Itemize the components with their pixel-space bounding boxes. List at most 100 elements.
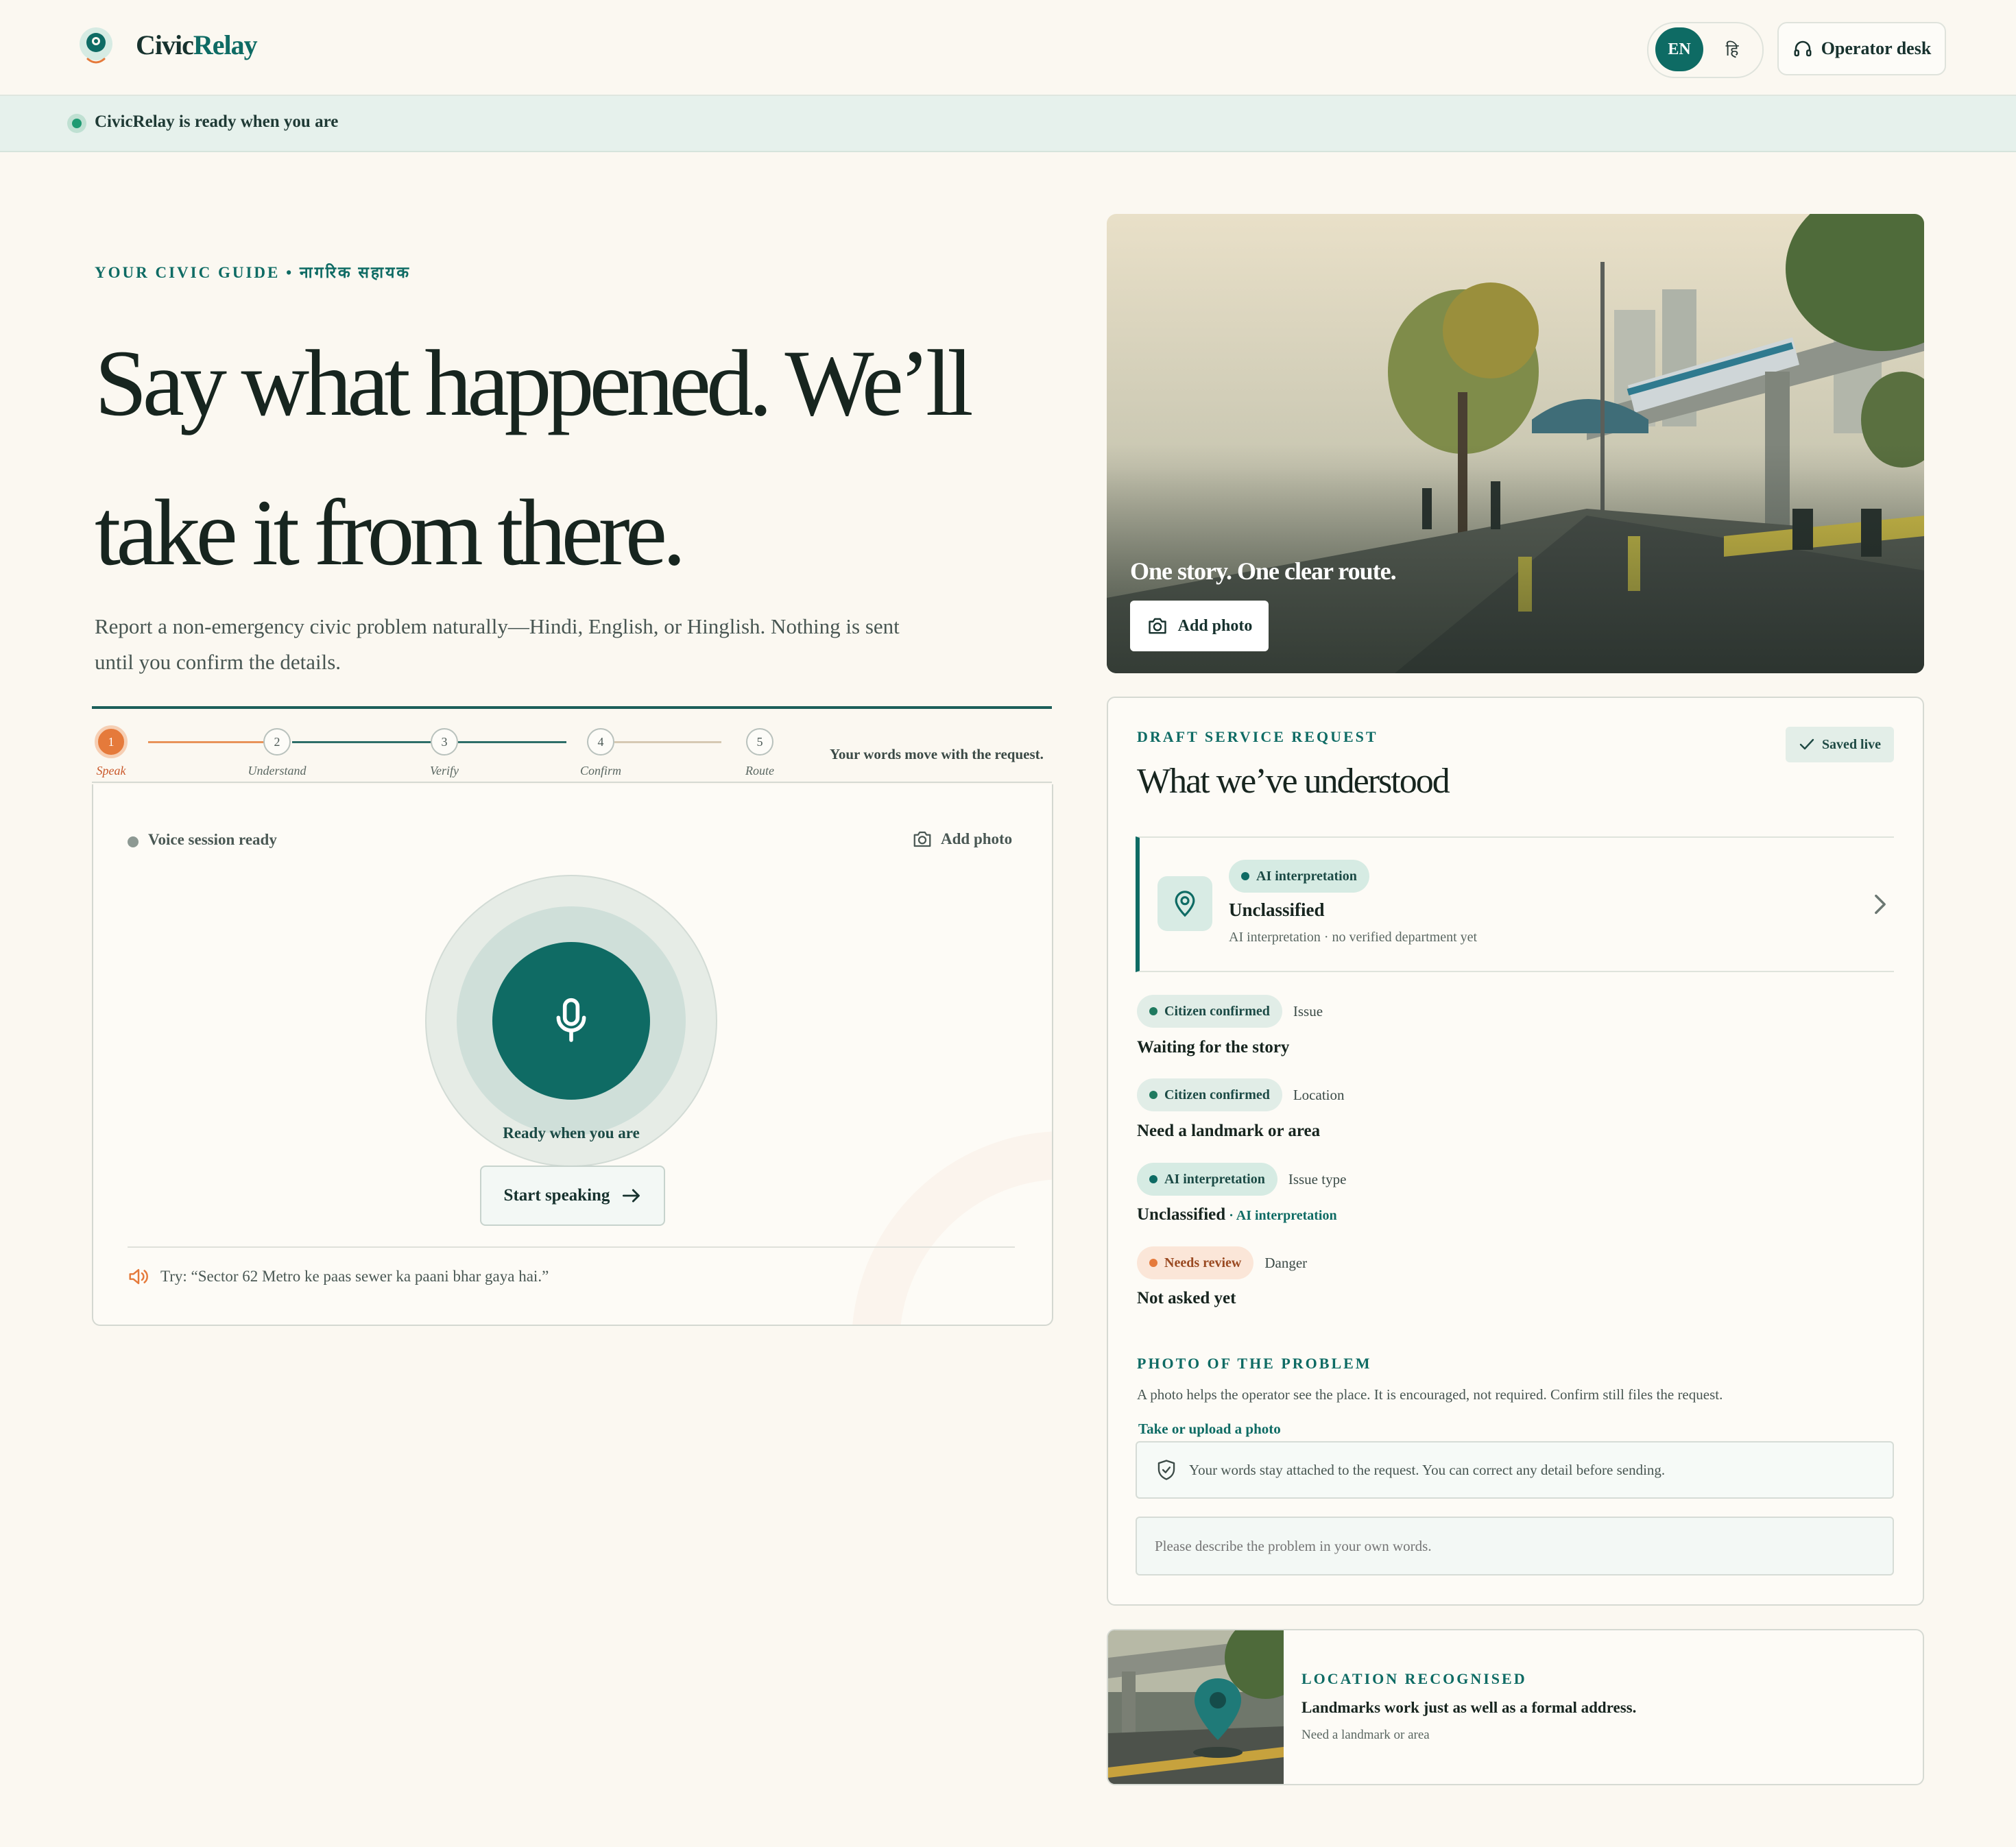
operator-desk-button[interactable]: Operator desk [1777,22,1946,75]
chevron-right-icon[interactable] [1872,893,1888,916]
privacy-note-text: Your words stay attached to the request.… [1189,1461,1666,1478]
field-issue-type-header: AI interpretation Issue type [1137,1163,1346,1196]
brand-name-part2: Relay [193,29,258,60]
citizen-confirmed-pill: Citizen confirmed [1137,995,1282,1028]
ai-interpretation-pill: AI interpretation [1229,860,1369,893]
hero-headline: Say what happened. We’ll take it from th… [95,309,1055,607]
upload-photo-link[interactable]: Take or upload a photo [1138,1421,1281,1438]
pill-dot [1241,872,1249,880]
citizen-confirmed-pill: Citizen confirmed [1137,1078,1282,1111]
draft-eyebrow: DRAFT SERVICE REQUEST [1137,728,1378,745]
hero-add-photo-button[interactable]: Add photo [1130,601,1269,651]
photo-section-description: A photo helps the operator see the place… [1137,1386,1723,1403]
location-eyebrow: LOCATION RECOGNISED [1301,1670,1527,1687]
pill-dot [1149,1175,1157,1183]
start-speaking-button[interactable]: Start speaking [480,1166,665,1226]
example-prompt-text: Try: “Sector 62 Metro ke paas sewer ka p… [160,1268,549,1285]
voice-divider [128,1246,1015,1248]
ai-interpretation-pill: AI interpretation [1137,1163,1277,1196]
draft-title: What we’ve understood [1137,762,1450,801]
pill-label: Citizen confirmed [1164,1003,1270,1019]
step-5-route[interactable]: 5 [746,728,773,756]
pill-label: AI interpretation [1164,1171,1265,1187]
voice-session-status: Voice session ready [148,831,277,848]
hero-image-caption: One story. One clear route. [1130,557,1397,585]
hero-add-photo-label: Add photo [1177,616,1253,635]
language-hi-button[interactable]: हि [1712,27,1753,71]
ready-label: Ready when you are [503,1124,640,1142]
step-3-verify[interactable]: 3 [431,728,458,756]
operator-desk-label: Operator desk [1821,38,1932,58]
stepper-divider [92,782,1052,783]
stepper-note: Your words move with the request. [830,746,1044,762]
speaker-icon [129,1268,148,1285]
field-location-header: Citizen confirmed Location [1137,1078,1345,1111]
field-value-sub: · AI interpretation [1225,1208,1337,1223]
headphones-icon [1794,40,1812,57]
step-label-verify: Verify [430,764,459,777]
step-connector [614,741,721,743]
voice-status-dot [128,836,139,847]
hero-eyebrow: YOUR CIVIC GUIDE • नागरिक सहायक [95,264,411,281]
start-speaking-label: Start speaking [503,1186,610,1205]
field-issue-header: Citizen confirmed Issue [1137,995,1323,1028]
voice-add-photo-button[interactable]: Add photo [912,830,1012,849]
ai-card-subtitle: AI interpretation · no verified departme… [1229,930,1478,945]
voice-add-photo-label: Add photo [941,830,1013,847]
field-value: Need a landmark or area [1137,1122,1321,1140]
camera-icon [1148,618,1166,634]
step-label-speak: Speak [96,764,126,777]
field-danger-header: Needs review Danger [1137,1246,1307,1279]
arrow-right-icon [623,1189,640,1203]
decorative-arc [852,1131,1052,1325]
status-indicator-icon [67,114,86,133]
step-label-understand: Understand [248,764,307,777]
location-pin-icon [1157,876,1212,931]
field-key: Issue [1293,1002,1323,1019]
pill-dot [1149,1091,1157,1099]
brand-name-part1: Civic [136,29,194,60]
field-key: Danger [1264,1254,1308,1271]
ai-card-title: Unclassified [1229,900,1325,920]
location-pin-street-illustration [1108,1630,1284,1784]
step-connector [148,741,265,743]
location-subtitle: Need a landmark or area [1301,1728,1430,1742]
field-danger-value[interactable]: Not asked yet [1137,1289,1236,1308]
stepper-top-rule [92,706,1052,709]
civicrelay-logo-icon [80,27,112,64]
privacy-note: Your words stay attached to the request.… [1136,1441,1894,1499]
location-title: Landmarks work just as well as a formal … [1301,1699,1637,1716]
field-value: Unclassified [1137,1205,1226,1224]
field-issue-type-value[interactable]: Unclassified · AI interpretation [1137,1205,1337,1224]
saved-live-label: Saved live [1821,736,1882,752]
field-value: Waiting for the story [1137,1038,1290,1057]
field-issue-value[interactable]: Waiting for the story [1137,1038,1289,1057]
ai-pill-label: AI interpretation [1256,868,1357,884]
location-image [1108,1630,1284,1784]
needs-review-pill: Needs review [1137,1246,1254,1279]
step-4-confirm[interactable]: 4 [587,728,614,756]
microphone-icon [556,998,586,1042]
brand-name[interactable]: CivicRelay [136,29,258,61]
problem-description-input[interactable] [1136,1517,1894,1576]
hero-subcopy: Report a non-emergency civic problem nat… [95,614,900,674]
status-text: CivicRelay is ready when you are [95,112,339,131]
field-key: Issue type [1288,1170,1347,1187]
step-label-confirm: Confirm [579,764,621,777]
language-en-button[interactable]: EN [1655,27,1703,71]
headline-line-2: take it from there. [95,480,686,585]
field-location-value[interactable]: Need a landmark or area [1137,1122,1320,1141]
pill-label: Needs review [1164,1255,1242,1270]
microphone-button[interactable] [492,942,650,1100]
photo-section-eyebrow: PHOTO OF THE PROBLEM [1137,1355,1372,1372]
step-1-speak[interactable]: 1 [95,725,128,758]
pill-dot [1149,1259,1157,1267]
camera-icon [913,831,931,847]
shield-check-icon [1157,1460,1175,1480]
field-key: Location [1293,1086,1345,1103]
step-2-understand[interactable]: 2 [263,728,291,756]
step-connector [292,741,431,743]
step-label-route: Route [745,764,774,777]
example-prompt: Try: “Sector 62 Metro ke paas sewer ka p… [128,1267,549,1286]
pill-dot [1149,1007,1157,1015]
